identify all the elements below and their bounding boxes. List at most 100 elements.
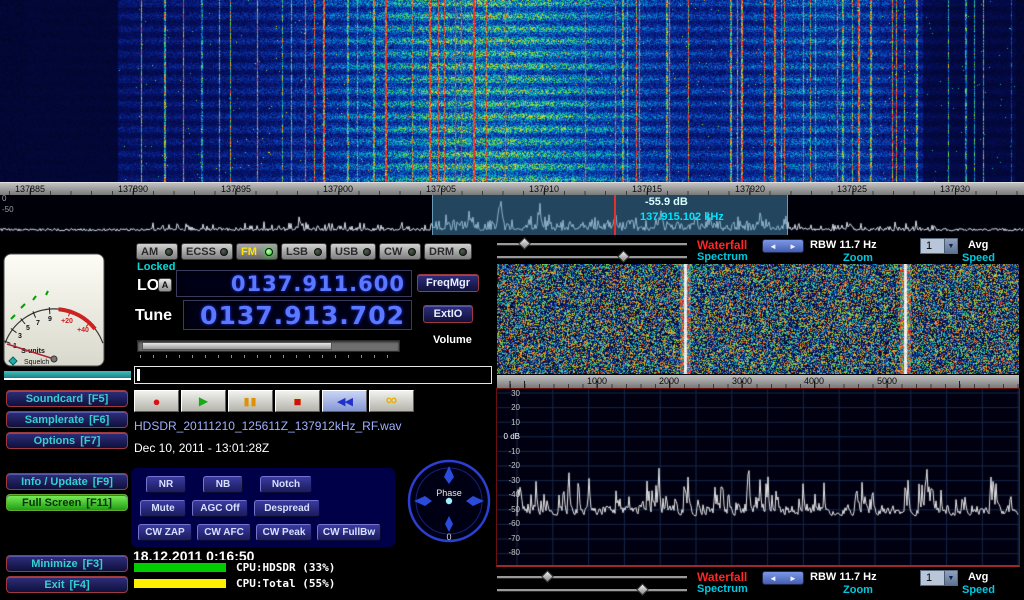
extio-button[interactable]: ExtIO (423, 305, 473, 323)
info-update-button[interactable]: Info / Update[F9] (6, 473, 128, 490)
record-button[interactable]: ● (134, 390, 179, 412)
button-hotkey: [F6] (89, 414, 109, 426)
options-button[interactable]: Options[F7] (6, 432, 128, 449)
volume-slider[interactable] (137, 340, 400, 352)
main-waterfall[interactable] (0, 0, 1024, 182)
waterfall-contrast-slider[interactable] (497, 252, 687, 261)
volume-label: Volume (433, 334, 472, 346)
slider-thumb[interactable] (518, 237, 531, 250)
lo-frequency-display[interactable]: 0137.911.600 (176, 270, 412, 297)
left-arrow-icon[interactable]: ◄ (769, 242, 777, 251)
file-date: Dec 10, 2011 - 13:01:28Z (134, 441, 269, 455)
db-axis-label: -20 (498, 461, 520, 470)
volume-slider-thumb[interactable] (142, 342, 332, 350)
tune-frequency-display[interactable]: 0137.913.702 (183, 300, 412, 330)
mode-button-ecss[interactable]: ECSS (181, 243, 233, 260)
left-arrow-icon[interactable]: ◄ (769, 574, 777, 583)
mode-selector: AM ECSS FM LSB USB CW DRM (136, 243, 472, 260)
mode-button-drm[interactable]: DRM (424, 243, 472, 260)
mode-button-am[interactable]: AM (136, 243, 178, 260)
mute-button[interactable]: Mute (140, 500, 186, 517)
fullscreen-button[interactable]: Full Screen[F11] (6, 494, 128, 511)
right-arrow-icon[interactable]: ► (789, 242, 797, 251)
speed-select-value: 1 (926, 572, 932, 584)
audio-spectrum-panel[interactable]: 30 20 10 0 dB -10 -20 -30 -40 -50 -60 -7… (496, 388, 1020, 567)
s-meter[interactable]: 1 3 5 7 9 +20 +40 S-units Squelch (3, 253, 105, 367)
ruler-tick-label: 137895 (221, 184, 251, 194)
bottom-brightness-slider[interactable] (497, 572, 687, 581)
loop-button[interactable]: ∞ (369, 390, 414, 412)
exit-button[interactable]: Exit [F4] (6, 576, 128, 593)
mode-button-cw[interactable]: CW (379, 243, 421, 260)
dsp-row-2: Mute AGC Off Despread (140, 500, 320, 517)
db-axis-label: -50 (498, 505, 520, 514)
mode-led-icon (363, 248, 371, 256)
rf-spectrum-panel[interactable]: 0 -50 -55.9 dB 137.915.102 kHz (0, 195, 1024, 235)
agc-off-button[interactable]: AGC Off (192, 500, 248, 517)
recording-progress-bar[interactable] (134, 366, 492, 384)
audio-scale-label: 4000 (804, 376, 824, 386)
button-hotkey: [F4] (70, 579, 90, 591)
db-axis-label: 10 (498, 418, 520, 427)
mode-button-usb[interactable]: USB (330, 243, 376, 260)
soundcard-button[interactable]: Soundcard [F5] (6, 390, 128, 407)
dropdown-arrow-icon[interactable]: ▼ (944, 239, 957, 253)
freqmgr-button[interactable]: FreqMgr (417, 274, 479, 292)
mode-button-fm[interactable]: FM (236, 243, 278, 260)
button-label: Full Screen (22, 497, 81, 509)
samplerate-button[interactable]: Samplerate [F6] (6, 411, 128, 428)
record-icon: ● (153, 394, 161, 409)
frequency-ruler[interactable]: 137885 137890 137895 137900 137905 13791… (0, 182, 1024, 195)
pause-button[interactable]: ▮▮ (228, 390, 273, 412)
slider-thumb[interactable] (636, 583, 649, 596)
waterfall-tab[interactable]: Waterfall (697, 238, 747, 252)
needle-pivot (51, 356, 57, 362)
zoom-band-highlight[interactable] (432, 195, 788, 235)
bottom-waterfall-tab[interactable]: Waterfall (697, 570, 747, 584)
spectrum-tab[interactable]: Spectrum (697, 251, 748, 263)
button-label: Exit (44, 579, 64, 591)
audio-scale-label: 1000 (587, 376, 607, 386)
waterfall-brightness-slider[interactable] (497, 239, 687, 248)
bottom-speed-select[interactable]: 1 ▼ (920, 570, 958, 586)
audio-scale-major-ticks (497, 381, 1019, 388)
zoom-label: Zoom (843, 252, 873, 264)
stop-button[interactable]: ■ (275, 390, 320, 412)
cw-peak-button[interactable]: CW Peak (256, 524, 312, 541)
slider-thumb[interactable] (541, 570, 554, 583)
tune-marker (614, 195, 616, 235)
button-label: Soundcard (26, 393, 83, 405)
spectrum-y-label: -50 (2, 205, 14, 214)
db-axis-label: -40 (498, 490, 520, 499)
cw-zap-button[interactable]: CW ZAP (138, 524, 192, 541)
notch-button[interactable]: Notch (260, 476, 312, 493)
bottom-contrast-slider[interactable] (497, 585, 687, 594)
meter-scale-label: +40 (77, 327, 89, 334)
despread-button[interactable]: Despread (254, 500, 320, 517)
cw-fullbw-button[interactable]: CW FullBw (317, 524, 381, 541)
nb-button[interactable]: NB (203, 476, 243, 493)
speed-select[interactable]: 1 ▼ (920, 238, 958, 254)
button-hotkey: [F5] (88, 393, 108, 405)
mode-button-lsb[interactable]: LSB (281, 243, 327, 260)
rewind-button[interactable]: ◀◀ (322, 390, 367, 412)
slider-thumb[interactable] (617, 250, 630, 263)
phase-value: 0 (446, 532, 451, 542)
right-arrow-icon[interactable]: ► (789, 574, 797, 583)
lo-lock-badge[interactable]: A (158, 278, 172, 292)
phase-dial[interactable]: Phase 0 (406, 458, 492, 544)
dropdown-arrow-icon[interactable]: ▼ (944, 571, 957, 585)
ruler-tick-label: 137915 (632, 184, 662, 194)
stop-icon: ■ (294, 394, 302, 409)
button-hotkey: [F7] (80, 435, 100, 447)
audio-waterfall[interactable] (497, 264, 1019, 374)
minimize-button[interactable]: Minimize[F3] (6, 555, 128, 572)
avg-label: Avg (968, 239, 988, 251)
play-button[interactable]: ▶ (181, 390, 226, 412)
button-label: Samplerate (25, 414, 84, 426)
db-readout: -55.9 dB (645, 196, 688, 208)
cw-afc-button[interactable]: CW AFC (197, 524, 251, 541)
audio-frequency-scale[interactable]: 1000 2000 3000 4000 5000 (497, 375, 1019, 388)
bottom-spectrum-tab[interactable]: Spectrum (697, 583, 748, 595)
nr-button[interactable]: NR (146, 476, 186, 493)
